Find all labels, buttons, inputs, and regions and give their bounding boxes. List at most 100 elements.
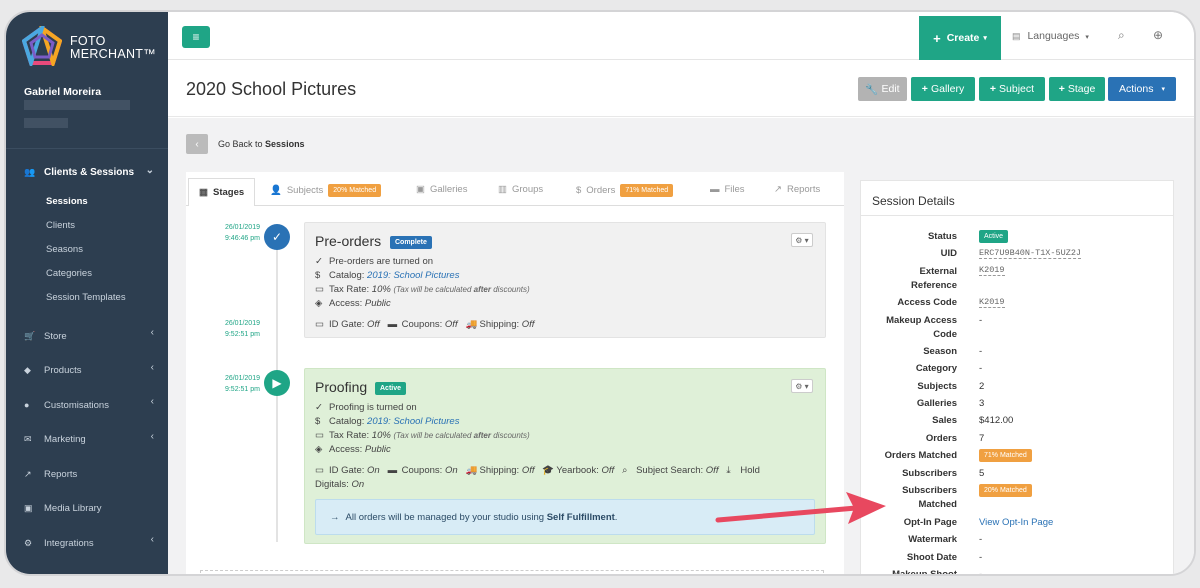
stage-status-text: Pre-orders are turned on	[329, 256, 434, 267]
add-gallery-button[interactable]: + Gallery	[911, 77, 975, 101]
tax-note-c: discounts)	[493, 285, 530, 294]
access-label: Access:	[329, 444, 363, 455]
stage-label: Stage	[1067, 83, 1096, 95]
id-gate-value: Off	[367, 319, 380, 330]
brand-logo[interactable]: FOTO MERCHANT™	[22, 26, 156, 70]
search-icon: ⌕	[622, 465, 628, 476]
sidebar-item-media-library[interactable]: ▣ Media Library	[6, 492, 168, 527]
sidebar-item-marketing[interactable]: ✉ Marketing ‹	[6, 423, 168, 458]
tab-groups[interactable]: ▥ Groups	[498, 184, 543, 195]
catalog-label: Catalog:	[329, 416, 365, 427]
stage-time: 9:52:51 pm	[224, 331, 260, 338]
tab-orders[interactable]: $ Orders 71% Matched	[576, 184, 674, 197]
dollar-icon: $	[315, 416, 321, 427]
orders-matched-value: 71% Matched	[979, 449, 1032, 462]
tax-note-a: (Tax will be calculated	[393, 285, 472, 294]
grid-icon: ▥	[498, 184, 507, 195]
edit-button[interactable]: 🔧 Edit	[858, 77, 907, 101]
add-subject-button[interactable]: + Subject	[979, 77, 1045, 101]
folder-icon: ▬	[710, 184, 720, 195]
search-icon[interactable]: ⌕	[1118, 28, 1125, 43]
tab-reports[interactable]: ↗ Reports	[774, 184, 820, 195]
tab-subjects[interactable]: 👤 Subjects 20% Matched	[270, 184, 382, 197]
create-button[interactable]: + Create ▾	[919, 16, 1001, 60]
hamburger-icon: ≡	[192, 30, 200, 44]
access-code-value[interactable]: K2019	[979, 297, 1005, 308]
sidebar-subitem-categories[interactable]: Categories	[6, 261, 168, 285]
subscribers-matched-badge: 20% Matched	[979, 484, 1032, 497]
access-label: Access:	[329, 298, 363, 309]
external-reference-value[interactable]: K2019	[979, 265, 1005, 276]
sidebar-item-clients-sessions[interactable]: 👥 Clients & Sessions ⌄	[6, 157, 168, 187]
money-icon: ▭	[315, 430, 324, 441]
stage-date: 26/01/2019	[224, 224, 260, 231]
stage-title: Pre-orders	[315, 233, 382, 249]
tab-label: Orders	[586, 185, 616, 196]
languages-dropdown[interactable]: ▤ Languages ▾	[1012, 30, 1089, 42]
sidebar-subitem-clients[interactable]: Clients	[6, 213, 168, 237]
user-role-redacted	[24, 118, 68, 128]
detail-label-line-2: Code	[933, 329, 957, 340]
info-text-c: .	[614, 511, 618, 523]
sidebar-subitem-sessions[interactable]: Sessions	[6, 189, 168, 213]
stage-end-date: 26/01/2019 9:52:51 pm	[210, 318, 260, 340]
stage-settings-dropdown[interactable]: ⚙ ▾	[791, 379, 813, 393]
add-stage-bottom-button[interactable]	[450, 574, 574, 576]
stage-settings-dropdown[interactable]: ⚙ ▾	[791, 233, 813, 247]
view-opt-in-page-link[interactable]: View Opt-In Page	[979, 517, 1053, 528]
user-icon: 👤	[270, 185, 282, 196]
shipping-value: Off	[521, 319, 535, 330]
orders-matched-badge: 71% Matched	[979, 449, 1032, 462]
detail-label-line-1: Subscribers	[902, 485, 957, 496]
sidebar-item-integrations[interactable]: ⚙ Integrations ‹	[6, 526, 168, 561]
catalog-label: Catalog:	[329, 270, 365, 281]
back-button[interactable]: ‹	[186, 134, 208, 154]
stage-detail-line: ◈ Access: Public	[315, 298, 391, 309]
plus-icon: +	[989, 83, 997, 95]
detail-label: Sales	[932, 415, 957, 426]
stage-detail-line: ✓ Proofing is turned on	[315, 402, 417, 413]
sidebar-subitem-seasons[interactable]: Seasons	[6, 237, 168, 261]
stage-status-text: Proofing is turned on	[329, 402, 417, 413]
catalog-link[interactable]: 2019: School Pictures	[367, 270, 459, 281]
detail-label: Subscribers	[902, 468, 957, 479]
sidebar-item-label: Reports	[44, 468, 78, 480]
sidebar-item-products[interactable]: ◆ Products ‹	[6, 354, 168, 389]
detail-label: Watermark	[908, 534, 957, 545]
stage-detail-line: ◈ Access: Public	[315, 444, 391, 455]
chart-icon: ↗	[24, 468, 32, 479]
stage-start-date: 26/01/2019 9:52:51 pm	[210, 373, 260, 395]
sidebar-item-store[interactable]: 🛒 Store ‹	[6, 319, 168, 354]
plus-icon: +	[921, 83, 928, 95]
sidebar-nav: 👥 Clients & Sessions ⌄ Sessions Clients …	[6, 157, 168, 561]
stage-complete-check-icon: ✓	[264, 224, 290, 250]
tab-files[interactable]: ▬ Files	[710, 184, 745, 195]
stage-settings-line: Digitals: On	[315, 479, 364, 490]
actions-dropdown-button[interactable]: Actions ▾	[1108, 77, 1176, 101]
stage-card-preorders: Pre-orders Complete ⚙ ▾ ✓ Pre-orders are …	[304, 222, 826, 338]
back-link[interactable]: Go Back to Sessions	[218, 139, 305, 149]
catalog-link[interactable]: 2019: School Pictures	[367, 416, 459, 427]
tab-galleries[interactable]: ▣ Galleries	[416, 184, 467, 195]
check-icon: ✓	[315, 402, 323, 413]
detail-label: Shoot Date	[906, 552, 957, 563]
detail-label: Category	[915, 363, 957, 374]
menu-toggle-button[interactable]: ≡	[182, 26, 210, 48]
user-name[interactable]: Gabriel Moreira	[24, 86, 101, 98]
sidebar-item-customisations[interactable]: ● Customisations ‹	[6, 388, 168, 423]
tab-stages[interactable]: ▦ Stages	[188, 178, 256, 206]
tax-note: (Tax will be calculated after discounts)	[393, 431, 529, 440]
cart-icon: 🛒	[24, 330, 36, 341]
sidebar-item-reports[interactable]: ↗ Reports	[6, 457, 168, 492]
tax-note-b: after	[473, 285, 491, 294]
shoot-date-value: -	[979, 552, 983, 563]
stage-detail-line: ▭ Tax Rate: 10% (Tax will be calculated a…	[315, 430, 530, 441]
sidebar-subitem-session-templates[interactable]: Session Templates	[6, 285, 168, 309]
tax-label: Tax Rate:	[329, 430, 370, 441]
shipping-label: Shipping:	[479, 465, 520, 476]
uid-value[interactable]: ERC7U9B40N-T1X-5UZ2J	[979, 248, 1082, 259]
stage-detail-line: ▭ Tax Rate: 10% (Tax will be calculated a…	[315, 284, 530, 295]
globe-icon[interactable]: ⊕	[1153, 28, 1163, 42]
detail-label-line-2: Reference	[911, 280, 957, 291]
add-stage-button[interactable]: + Stage	[1049, 77, 1105, 101]
